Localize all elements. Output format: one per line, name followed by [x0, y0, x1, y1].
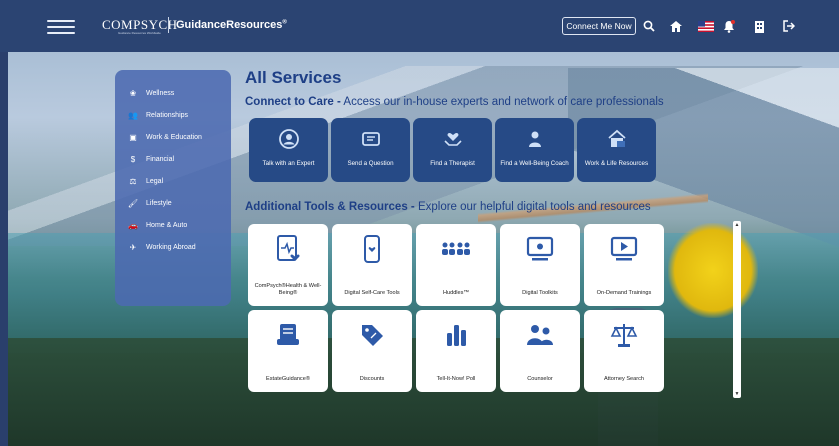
logout-icon[interactable]: [780, 17, 798, 35]
scroll-up-arrow-icon[interactable]: ▲: [733, 221, 741, 229]
home-icon[interactable]: [667, 17, 685, 35]
tool-tile-attorney-search[interactable]: Attorney Search: [584, 310, 664, 392]
gavel-icon: ⚖: [129, 176, 137, 186]
coach-icon: [524, 128, 546, 150]
envelope-icon: [360, 128, 382, 150]
scroll-down-arrow-icon[interactable]: ▼: [733, 390, 741, 398]
menu-item-work-education[interactable]: ▣ Work & Education: [115, 126, 231, 148]
product-name: GuidanceResources®: [176, 19, 287, 31]
car-icon: 🚗: [128, 220, 138, 230]
tag-icon: [357, 320, 387, 350]
house-briefcase-icon: [606, 128, 628, 150]
tool-tile-digital-self-care[interactable]: Digital Self-Care Tools: [332, 224, 412, 306]
heart-tablet-icon: [273, 234, 303, 264]
menu-item-relationships[interactable]: 👥 Relationships: [115, 104, 231, 126]
menu-item-legal[interactable]: ⚖ Legal: [115, 170, 231, 192]
search-icon[interactable]: [640, 17, 658, 35]
page-title: All Services: [245, 68, 342, 87]
scales-icon: [609, 320, 639, 350]
tool-tile-health-wellbeing[interactable]: ComPsych®Health & Well-Being®: [248, 224, 328, 306]
heart-hands-icon: [442, 128, 464, 150]
hamburger-menu-icon[interactable]: [47, 20, 75, 34]
person-circle-icon: [278, 128, 300, 150]
tool-tile-tell-it-now-poll[interactable]: Tell-It-Now! Poll: [416, 310, 496, 392]
logo-tagline: Guidance Resources Worldwide: [118, 31, 161, 35]
counselor-icon: [525, 320, 555, 350]
airplane-icon: ✈: [129, 242, 137, 252]
us-flag-icon[interactable]: [697, 17, 715, 35]
tool-tile-counselor[interactable]: Counselor: [500, 310, 580, 392]
care-tile-find-coach[interactable]: Find a Well-Being Coach: [495, 118, 574, 182]
phone-icon: [357, 234, 387, 264]
document-stack-icon: [273, 320, 303, 350]
monitor-icon: [525, 234, 555, 264]
menu-item-wellness[interactable]: ❀ Wellness: [115, 82, 231, 104]
category-menu: ❀ Wellness 👥 Relationships ▣ Work & Educati…: [115, 70, 231, 306]
group-icon: [441, 234, 471, 264]
connect-me-now-button[interactable]: Connect Me Now: [562, 17, 636, 35]
care-tile-send-question[interactable]: Send a Question: [331, 118, 410, 182]
play-screen-icon: [609, 234, 639, 264]
menu-item-financial[interactable]: $ Financial: [115, 148, 231, 170]
tools-grid-container: ComPsych®Health & Well-Being® Digital Se…: [248, 224, 733, 398]
care-tile-find-therapist[interactable]: Find a Therapist: [413, 118, 492, 182]
tool-tile-on-demand-trainings[interactable]: On-Demand Trainings: [584, 224, 664, 306]
additional-tools-heading: Additional Tools & Resources - Explore o…: [245, 201, 651, 213]
menu-item-lifestyle[interactable]: 🖌 Lifestyle: [115, 192, 231, 214]
notification-bell-icon[interactable]: [720, 17, 738, 35]
paint-roller-icon: 🖌: [127, 198, 139, 208]
connect-to-care-tiles: Talk with an Expert Send a Question Find…: [249, 118, 656, 182]
care-tile-work-life-resources[interactable]: Work & Life Resources: [577, 118, 656, 182]
tool-tile-estate-guidance[interactable]: EstateGuidance®: [248, 310, 328, 392]
logo-divider: [168, 17, 169, 33]
tools-scrollbar[interactable]: ▲ ▼: [733, 221, 741, 398]
tool-tile-digital-toolkits[interactable]: Digital Toolkits: [500, 224, 580, 306]
briefcase-icon: ▣: [129, 132, 137, 142]
tool-tile-discounts[interactable]: Discounts: [332, 310, 412, 392]
top-navigation-bar: COMPSYCH Guidance Resources Worldwide Gu…: [0, 0, 839, 52]
menu-item-working-abroad[interactable]: ✈ Working Abroad: [115, 236, 231, 258]
lotus-icon: ❀: [129, 88, 137, 98]
people-icon: 👥: [128, 110, 138, 120]
tool-tile-huddles[interactable]: Huddles™: [416, 224, 496, 306]
money-icon: $: [130, 154, 136, 164]
building-icon[interactable]: [750, 17, 768, 35]
connect-to-care-heading: Connect to Care - Access our in-house ex…: [245, 96, 664, 108]
bar-chart-icon: [441, 320, 471, 350]
menu-item-home-auto[interactable]: 🚗 Home & Auto: [115, 214, 231, 236]
care-tile-talk-with-expert[interactable]: Talk with an Expert: [249, 118, 328, 182]
